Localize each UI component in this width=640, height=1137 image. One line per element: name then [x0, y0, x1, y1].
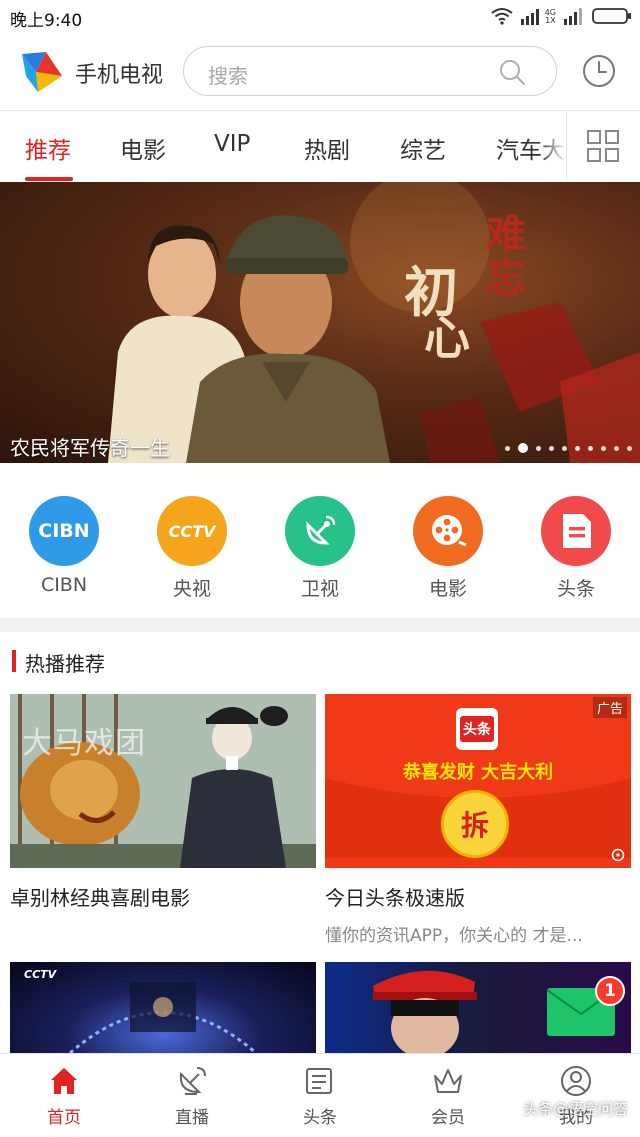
nav-label: 会员 — [431, 1108, 465, 1128]
shortcut-cibn[interactable]: CIBN CIBN — [14, 496, 114, 596]
tab-movies[interactable]: 电影 — [120, 131, 166, 165]
stage-lights — [69, 982, 257, 1053]
shortcut-satellite[interactable]: 卫视 — [270, 496, 370, 601]
satellite-icon — [179, 1067, 206, 1095]
nav-home[interactable]: 首页 — [14, 1064, 114, 1128]
ad-card[interactable]: 广告 头条 恭喜发财 大吉大利 拆 今日头条极速版 懂你的资讯APP，你关心的 … — [325, 694, 631, 946]
poster-title-art: 大马戏团 — [22, 726, 146, 761]
tabs-fade — [540, 111, 566, 183]
crown-icon — [434, 1069, 462, 1093]
pagination-dot[interactable] — [575, 445, 580, 451]
pagination-dot[interactable] — [627, 445, 632, 451]
watermark: 头条@悟空问答 — [522, 1100, 628, 1118]
active-tab-indicator — [25, 177, 73, 181]
search-placeholder: 搜索 — [208, 64, 248, 88]
tabs-divider — [566, 113, 567, 179]
video-thumbnail: 大马戏团 — [10, 694, 316, 868]
wifi-icon — [491, 8, 513, 25]
tab-vip[interactable]: VIP — [214, 131, 250, 157]
shortcut-movie[interactable]: 电影 — [398, 496, 498, 601]
bottom-nav: 首页 直播 头条 会员 我的 — [0, 1053, 640, 1137]
channel-shortcuts: CIBN CIBN CCTV 央视 卫视 电影 头条 — [0, 463, 640, 618]
status-icons: 4G 1X — [491, 7, 632, 25]
battery-icon — [592, 8, 631, 24]
toutiao-logo-icon: 头条 — [456, 708, 498, 750]
user-icon — [561, 1066, 591, 1096]
cctv-icon: CCTV — [157, 496, 227, 566]
network-type-label-2: 1X — [545, 16, 556, 25]
shortcut-cctv[interactable]: CCTV 央视 — [142, 496, 242, 601]
app-logo-icon — [22, 52, 62, 92]
ad-info-icon[interactable] — [611, 848, 625, 862]
shortcut-label: 央视 — [172, 578, 211, 600]
nav-vip[interactable]: 会员 — [398, 1064, 498, 1128]
shortcut-label: 头条 — [556, 578, 595, 600]
category-tabs: 推荐 电影 VIP 热剧 综艺 汽车大 — [0, 110, 640, 183]
section-accent-bar — [12, 650, 16, 672]
status-time: 晚上9:40 — [10, 11, 83, 31]
pagination-dot[interactable] — [518, 443, 528, 453]
banner-caption: 农民将军传奇一生 — [10, 436, 170, 460]
grid-menu-icon[interactable] — [586, 129, 620, 163]
video-card[interactable]: 大马戏团 卓别林经典喜剧电影 — [10, 694, 316, 911]
section-separator — [0, 618, 640, 632]
open-envelope-button[interactable]: 拆 — [441, 790, 509, 858]
signal-bars-icon — [564, 8, 582, 25]
performer-art — [373, 970, 616, 1053]
video-card[interactable]: CCTV — [10, 962, 316, 1053]
shortcut-headlines[interactable]: 头条 — [526, 496, 626, 601]
film-reel-icon — [413, 496, 483, 566]
section-title: 热播推荐 — [25, 652, 105, 676]
home-icon — [51, 1068, 77, 1094]
signal-4g: 4G 1X — [520, 7, 556, 25]
status-bar: 晚上9:40 4G 1X — [0, 0, 640, 34]
ad-badge: 广告 — [592, 697, 627, 718]
video-card-title: 卓别林经典喜剧电影 — [10, 886, 190, 910]
document-icon — [541, 496, 611, 566]
pagination-dot[interactable] — [601, 445, 606, 451]
ad-card-title: 今日头条极速版 — [325, 886, 465, 910]
nav-label: 首页 — [47, 1108, 81, 1128]
video-thumbnail: 1 — [325, 962, 631, 1053]
nav-label: 头条 — [303, 1108, 337, 1128]
search-input[interactable]: 搜索 — [183, 46, 557, 96]
app-header: 手机电视 搜索 — [0, 34, 640, 110]
video-thumbnail: CCTV — [10, 962, 316, 1053]
tab-drama[interactable]: 热剧 — [304, 131, 350, 165]
cibn-icon-text: CIBN — [38, 520, 90, 542]
search-icon[interactable] — [498, 58, 526, 86]
nav-label: 直播 — [175, 1108, 209, 1128]
pagination-dot[interactable] — [614, 445, 619, 451]
cctv-icon-text: CCTV — [168, 521, 216, 541]
shortcut-label: 电影 — [428, 578, 467, 600]
banner-art-char: 忘 — [486, 255, 526, 302]
pagination-dot[interactable] — [536, 445, 541, 451]
shortcut-label: CIBN — [40, 574, 88, 596]
signal-bars-icon — [520, 9, 539, 25]
ad-thumbnail: 广告 头条 恭喜发财 大吉大利 拆 — [325, 694, 631, 868]
pagination-dot[interactable] — [588, 445, 593, 451]
tab-variety[interactable]: 综艺 — [400, 131, 446, 165]
pagination-dot[interactable] — [562, 445, 567, 451]
newspaper-icon — [306, 1068, 332, 1094]
nav-headlines[interactable]: 头条 — [270, 1064, 370, 1128]
video-card[interactable]: 1 — [325, 962, 631, 1053]
notification-badge: 1 — [595, 976, 625, 1006]
shortcut-label: 卫视 — [300, 578, 339, 600]
nav-live[interactable]: 直播 — [142, 1064, 242, 1128]
cibn-icon: CIBN — [29, 496, 99, 566]
banner-pagination — [505, 443, 632, 453]
tab-recommend[interactable]: 推荐 — [25, 131, 71, 165]
ad-logo-text: 头条 — [460, 716, 494, 742]
notification-count: 1 — [604, 981, 616, 1001]
hero-banner[interactable]: 难 忘 初 心 农民将军传奇一生 — [0, 182, 640, 463]
pagination-dot[interactable] — [505, 445, 510, 451]
app-title: 手机电视 — [75, 63, 164, 88]
pagination-dot[interactable] — [549, 445, 554, 451]
satellite-dish-icon — [285, 496, 355, 566]
clock-icon[interactable] — [582, 54, 616, 88]
banner-art-char: 心 — [424, 311, 470, 365]
banner-title-art: 难 忘 初 心 — [400, 202, 560, 365]
ad-card-subtitle: 懂你的资讯APP，你关心的 才是... — [325, 926, 583, 946]
